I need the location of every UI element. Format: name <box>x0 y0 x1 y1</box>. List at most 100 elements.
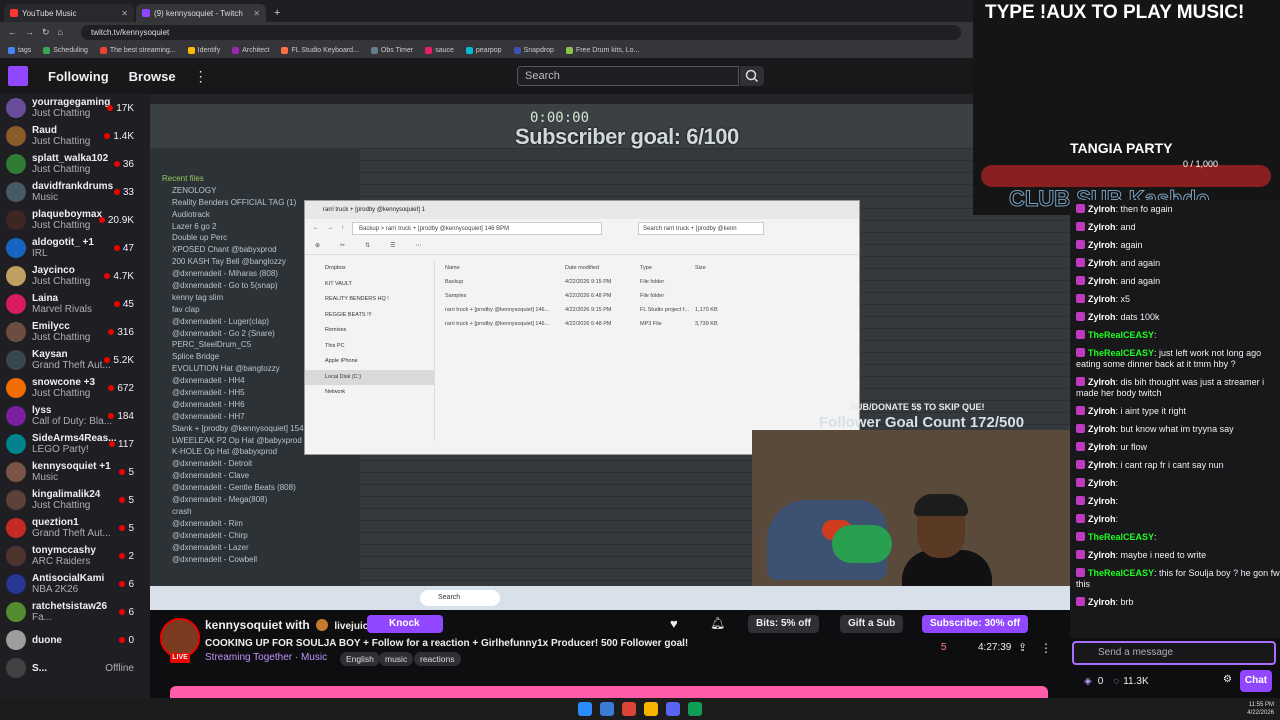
chat-username[interactable]: Zylroh <box>1088 478 1116 488</box>
promo-banner[interactable] <box>170 686 1048 698</box>
bookmark[interactable]: Identify <box>187 46 220 54</box>
bookmark[interactable]: FL Studio Keyboard... <box>281 46 359 54</box>
sidebar-channel[interactable]: Laina Marvel Rivals 45 <box>0 290 150 318</box>
browser-tab-youtube-music[interactable]: YouTube Music ✕ <box>4 4 134 22</box>
chat-username[interactable]: TheRealCEASY <box>1088 532 1154 542</box>
new-tab-icon[interactable]: + <box>274 7 280 19</box>
sidebar-channel[interactable]: S... Offline <box>0 654 150 682</box>
chat-username[interactable]: Zylroh <box>1088 204 1116 214</box>
search-input[interactable]: Search <box>517 66 739 86</box>
chat-username[interactable]: Zylroh <box>1088 377 1116 387</box>
sidebar-channel[interactable]: aldogotit_ +1 IRL 47 <box>0 234 150 262</box>
chat-username[interactable]: Zylroh <box>1088 258 1116 268</box>
sidebar-channel[interactable]: splatt_walka102 Just Chatting 36 <box>0 150 150 178</box>
chat-username[interactable]: TheRealCEASY <box>1088 568 1154 578</box>
chat-input[interactable]: Send a message <box>1072 641 1276 665</box>
more-icon[interactable]: ⋮ <box>194 68 208 85</box>
chat-username[interactable]: TheRealCEASY <box>1088 348 1154 358</box>
tag-reactions[interactable]: reactions <box>414 652 461 666</box>
bookmark[interactable]: The best streaming... <box>99 46 176 54</box>
tag-music[interactable]: music <box>379 652 414 666</box>
chat-username[interactable]: Zylroh <box>1088 312 1116 322</box>
discord-icon[interactable] <box>666 702 680 716</box>
chat-username[interactable]: Zylroh <box>1088 406 1116 416</box>
windows-start-icon[interactable] <box>578 702 592 716</box>
close-icon[interactable]: ✕ <box>253 9 260 18</box>
chat-username[interactable]: TheRealCEASY <box>1088 330 1154 340</box>
close-icon[interactable]: ✕ <box>121 9 128 18</box>
sidebar-channel[interactable]: yourragegaming Just Chatting 17K <box>0 94 150 122</box>
bell-icon[interactable]: 🔔︎ <box>710 616 725 630</box>
sidebar-channel[interactable]: kennysoquiet +1 Music 5 <box>0 458 150 486</box>
sidebar-channel[interactable]: snowcone +3 Just Chatting 672 <box>0 374 150 402</box>
bookmark[interactable]: Architect <box>232 46 269 54</box>
twitch-logo-icon[interactable] <box>8 66 28 86</box>
share-icon[interactable]: ⇪ <box>1018 641 1027 654</box>
sidebar-channel[interactable]: tonymccashy ARC Raiders 2 <box>0 542 150 570</box>
sidebar-channel[interactable]: kingalimalik24 Just Chatting 5 <box>0 486 150 514</box>
chat-username[interactable]: Zylroh <box>1088 294 1116 304</box>
sidebar-channel[interactable]: Jaycinco Just Chatting 4.7K <box>0 262 150 290</box>
chrome-icon[interactable] <box>688 702 702 716</box>
chat-username[interactable]: Zylroh <box>1088 496 1116 506</box>
bookmark[interactable]: tags <box>8 46 31 54</box>
channel-name: kingalimalik24 <box>32 489 101 500</box>
chat-username[interactable]: Zylroh <box>1088 276 1116 286</box>
bits-icon[interactable]: ◌ <box>1113 676 1119 687</box>
chat-username[interactable]: Zylroh <box>1088 442 1116 452</box>
channel-points-icon[interactable]: ◈ <box>1084 676 1092 687</box>
sidebar-channel[interactable]: AntisocialKami NBA 2K26 6 <box>0 570 150 598</box>
back-icon[interactable]: ← <box>8 27 17 37</box>
heart-icon[interactable]: ♥ <box>670 616 678 631</box>
bookmark[interactable]: pearpop <box>465 46 502 54</box>
sidebar-channel[interactable]: lyss Call of Duty: Bla... 184 <box>0 402 150 430</box>
bookmark[interactable]: Scheduling <box>43 46 88 54</box>
chat-username[interactable]: Zylroh <box>1088 222 1116 232</box>
gift-sub-button[interactable]: Gift a Sub <box>840 615 904 633</box>
home-icon[interactable]: ⌂ <box>58 27 63 37</box>
sidebar-channel[interactable]: davidfrankdrums Music 33 <box>0 178 150 206</box>
browse-link[interactable]: Browse <box>129 69 176 84</box>
video-player[interactable]: 0:00:00 Recent files ZENOLOGY Reality Bend… <box>150 94 1070 610</box>
bookmark-icon <box>43 46 51 54</box>
url-input[interactable]: twitch.tv/kennysoquiet <box>80 24 961 40</box>
stream-category[interactable]: Streaming Together · Music <box>205 652 327 663</box>
chat-username[interactable]: Zylroh <box>1088 424 1116 434</box>
sidebar-channel[interactable]: ratchetsistaw26 Fa... 6 <box>0 598 150 626</box>
chat-username[interactable]: Zylroh <box>1088 597 1116 607</box>
sidebar-channel[interactable]: duone 0 <box>0 626 150 654</box>
following-link[interactable]: Following <box>48 69 109 84</box>
sidebar-channel[interactable]: Emilycc Just Chatting 316 <box>0 318 150 346</box>
knock-button[interactable]: Knock <box>367 615 443 633</box>
chat-send-button[interactable]: Chat <box>1240 670 1272 692</box>
sidebar-channel[interactable]: Raud Just Chatting 1.4K <box>0 122 150 150</box>
chat-username[interactable]: Zylroh <box>1088 460 1116 470</box>
bits-discount-button[interactable]: Bits: 5% off <box>748 615 819 633</box>
tag-english[interactable]: English <box>340 652 380 666</box>
chat-username[interactable]: Zylroh <box>1088 514 1116 524</box>
search-button[interactable] <box>740 66 764 86</box>
sidebar-channel[interactable]: queztion1 Grand Theft Aut... 5 <box>0 514 150 542</box>
folder-icon[interactable] <box>644 702 658 716</box>
bookmark[interactable]: Obs Timer <box>370 46 413 54</box>
browser-icon[interactable] <box>622 702 636 716</box>
viewer-count: 6 <box>119 579 134 590</box>
reload-icon[interactable]: ↻ <box>42 27 50 38</box>
sidebar-channel[interactable]: SideArms4Reas... LEGO Party! 117 <box>0 430 150 458</box>
bookmark[interactable]: Snapdrop <box>513 46 554 54</box>
browser-tab-twitch[interactable]: (9) kennysoquiet - Twitch ✕ <box>136 4 266 22</box>
streamer-name[interactable]: kennysoquiet with livejuicetv <box>205 618 383 632</box>
more-icon[interactable]: ⋮ <box>1040 641 1052 655</box>
sidebar-channel[interactable]: plaqueboymax Just Chatting 20.9K <box>0 206 150 234</box>
sidebar-channel[interactable]: Kaysan Grand Theft Aut... 5.2K <box>0 346 150 374</box>
forward-icon[interactable]: → <box>25 27 34 37</box>
streamer-avatar[interactable] <box>160 618 200 658</box>
bookmark[interactable]: Free Drum kits, Lo... <box>565 46 639 54</box>
settings-icon[interactable]: ⚙ <box>1223 674 1232 685</box>
widgets-icon[interactable] <box>600 702 614 716</box>
subscribe-button[interactable]: Subscribe: 30% off <box>922 615 1029 633</box>
chat-username[interactable]: Zylroh <box>1088 550 1116 560</box>
chat-username[interactable]: Zylroh <box>1088 240 1116 250</box>
bookmark[interactable]: sauce <box>425 46 454 54</box>
badge-icon <box>1076 312 1085 321</box>
